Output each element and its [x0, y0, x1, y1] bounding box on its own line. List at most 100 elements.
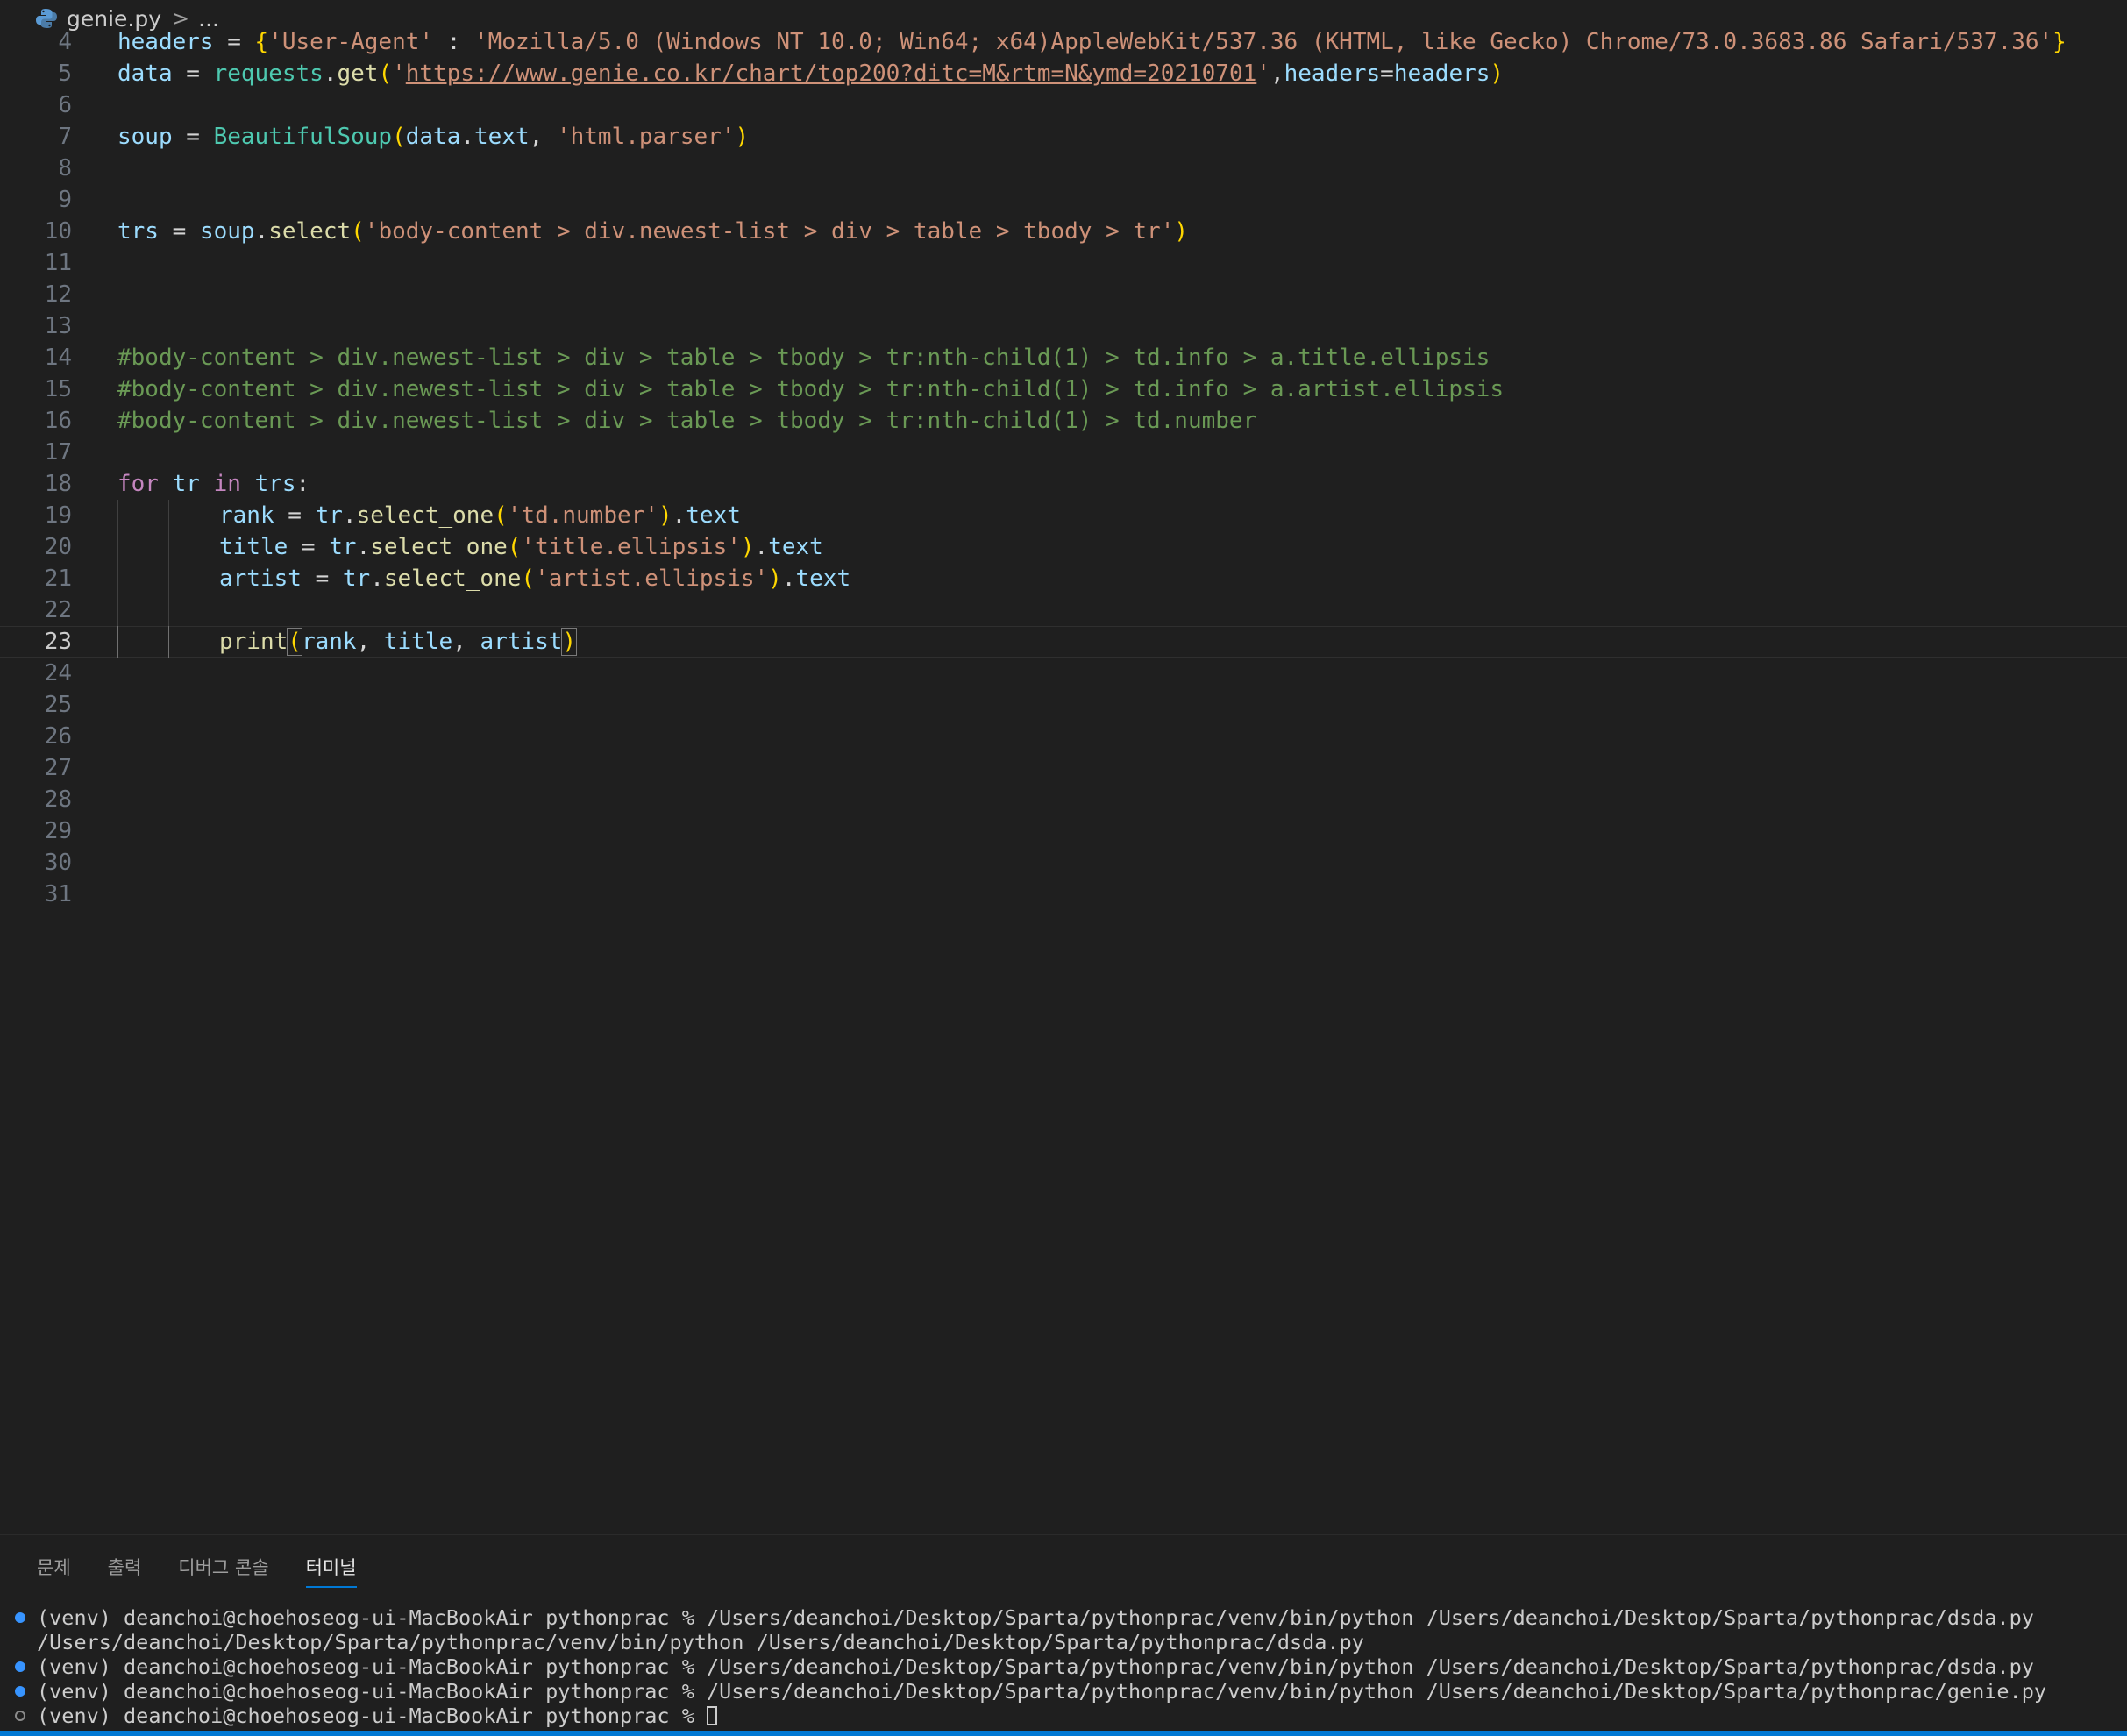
- code-editor[interactable]: 4 headers = {'User-Agent' : 'Mozilla/5.0 …: [0, 26, 2127, 1534]
- line-number: 12: [44, 281, 72, 308]
- code-token: requests: [213, 60, 324, 87]
- code-line[interactable]: 31: [0, 879, 2127, 910]
- status-bar: [0, 1731, 2127, 1736]
- code-token: for: [117, 471, 159, 497]
- code-line[interactable]: 14 #body-content > div.newest-list > div …: [0, 342, 2127, 374]
- line-number: 24: [44, 660, 72, 687]
- code-line[interactable]: 9: [0, 184, 2127, 216]
- code-token: soup: [199, 218, 255, 245]
- code-token: .: [254, 218, 269, 245]
- code-line[interactable]: 19 rank = tr.select_one('td.number').text: [0, 500, 2127, 531]
- code-token: (: [507, 534, 522, 560]
- code-line[interactable]: 11: [0, 247, 2127, 279]
- code-token: data: [117, 60, 173, 87]
- panel-tab[interactable]: 디버그 콘솔: [178, 1549, 268, 1588]
- code-token: tr: [315, 502, 343, 529]
- code-line[interactable]: 5 data = requests.get('https://www.genie.…: [0, 58, 2127, 89]
- code-token: =: [288, 534, 330, 560]
- panel-tabs: 문제 출력 디버그 콘솔 터미널: [0, 1549, 357, 1588]
- code-line[interactable]: 30: [0, 847, 2127, 879]
- code-token: select: [268, 218, 352, 245]
- code-line[interactable]: 29: [0, 815, 2127, 847]
- code-token: tr: [172, 471, 200, 497]
- code-line[interactable]: 24: [0, 658, 2127, 689]
- indent-guide: [168, 531, 169, 563]
- code-line[interactable]: 10 trs = soup.select('body-content > div.…: [0, 216, 2127, 247]
- code-line[interactable]: 27: [0, 752, 2127, 784]
- line-number: 22: [44, 597, 72, 623]
- code-text: #body-content > div.newest-list > div > …: [117, 405, 1256, 437]
- command-decoration-icon[interactable]: [15, 1711, 25, 1721]
- code-text: trs = soup.select('body-content > div.ne…: [117, 216, 1188, 247]
- code-line[interactable]: 6: [0, 89, 2127, 121]
- line-number: 20: [44, 534, 72, 560]
- code-line[interactable]: 21 artist = tr.select_one('artist.ellipsi…: [0, 563, 2127, 594]
- code-token: select_one: [370, 534, 508, 560]
- code-line[interactable]: 18 for tr in trs:: [0, 468, 2127, 500]
- code-line[interactable]: 16 #body-content > div.newest-list > div …: [0, 405, 2127, 437]
- terminal-line: /Users/deanchoi/Desktop/Sparta/pythonpra…: [0, 1630, 2127, 1654]
- terminal-text: /Users/deanchoi/Desktop/Sparta/pythonpra…: [37, 1630, 1364, 1654]
- code-text: soup = BeautifulSoup(data.text, 'html.pa…: [117, 121, 749, 153]
- indent-guide: [117, 563, 118, 594]
- code-token: ,: [529, 124, 557, 150]
- code-token: headers: [1284, 60, 1381, 87]
- command-decoration-icon[interactable]: [15, 1661, 25, 1672]
- code-token: 'title.ellipsis': [521, 534, 741, 560]
- code-line[interactable]: 23 print(rank, title, artist): [0, 626, 2127, 658]
- code-token: (: [494, 502, 508, 529]
- code-line[interactable]: 20 title = tr.select_one('title.ellipsis'…: [0, 531, 2127, 563]
- code-line[interactable]: 17: [0, 437, 2127, 468]
- code-line[interactable]: 4 headers = {'User-Agent' : 'Mozilla/5.0 …: [0, 26, 2127, 58]
- terminal-text: (venv) deanchoi@choehoseog-ui-MacBookAir…: [37, 1704, 718, 1728]
- code-token: #body-content > div.newest-list > div > …: [117, 345, 1490, 371]
- code-text: #body-content > div.newest-list > div > …: [117, 342, 1490, 374]
- code-line[interactable]: 25: [0, 689, 2127, 721]
- code-token: 'Mozilla/5.0 (Windows NT 10.0; Win64; x6…: [474, 29, 2053, 55]
- code-line[interactable]: 22: [0, 594, 2127, 626]
- line-number: 9: [58, 187, 72, 213]
- code-text: data = requests.get('https://www.genie.c…: [117, 58, 1504, 89]
- line-number: 13: [44, 313, 72, 339]
- code-token: .: [370, 566, 384, 592]
- code-line[interactable]: 8: [0, 153, 2127, 184]
- panel-tab[interactable]: 출력: [108, 1549, 142, 1588]
- command-decoration-icon[interactable]: [15, 1612, 25, 1623]
- code-line[interactable]: 26: [0, 721, 2127, 752]
- panel-tab[interactable]: 문제: [37, 1549, 71, 1588]
- code-line[interactable]: 12: [0, 279, 2127, 310]
- code-token: =: [172, 60, 214, 87]
- code-token: tr: [329, 534, 357, 560]
- code-line[interactable]: 15 #body-content > div.newest-list > div …: [0, 374, 2127, 405]
- code-token: ,: [356, 629, 384, 655]
- code-token: ): [658, 502, 672, 529]
- code-token: (: [521, 566, 536, 592]
- code-token: 'html.parser': [556, 124, 736, 150]
- code-token: #body-content > div.newest-list > div > …: [117, 376, 1504, 402]
- command-decoration-icon[interactable]: [15, 1686, 25, 1697]
- code-token: .: [754, 534, 769, 560]
- indent-guide: [117, 531, 118, 563]
- code-line[interactable]: 28: [0, 784, 2127, 815]
- code-line[interactable]: 7 soup = BeautifulSoup(data.text, 'html.p…: [0, 121, 2127, 153]
- panel-tab[interactable]: 터미널: [305, 1549, 357, 1588]
- code-token: text: [795, 566, 851, 592]
- code-token: title: [383, 629, 453, 655]
- line-number: 15: [44, 376, 72, 402]
- code-line[interactable]: 13: [0, 310, 2127, 342]
- code-token: ): [1490, 60, 1505, 87]
- code-token: artist: [219, 566, 302, 592]
- code-token: :: [433, 29, 475, 55]
- indent-guide: [117, 594, 118, 626]
- code-token: =: [213, 29, 255, 55]
- line-number: 8: [58, 155, 72, 181]
- line-number: 19: [44, 502, 72, 529]
- code-token: ,: [452, 629, 480, 655]
- bottom-panel: 문제 출력 디버그 콘솔 터미널 (venv) deanchoi@choehoseog…: [0, 1534, 2127, 1736]
- code-token: in: [213, 471, 241, 497]
- code-token: (: [392, 124, 406, 150]
- code-token: rank: [219, 502, 274, 529]
- code-token: (: [351, 218, 365, 245]
